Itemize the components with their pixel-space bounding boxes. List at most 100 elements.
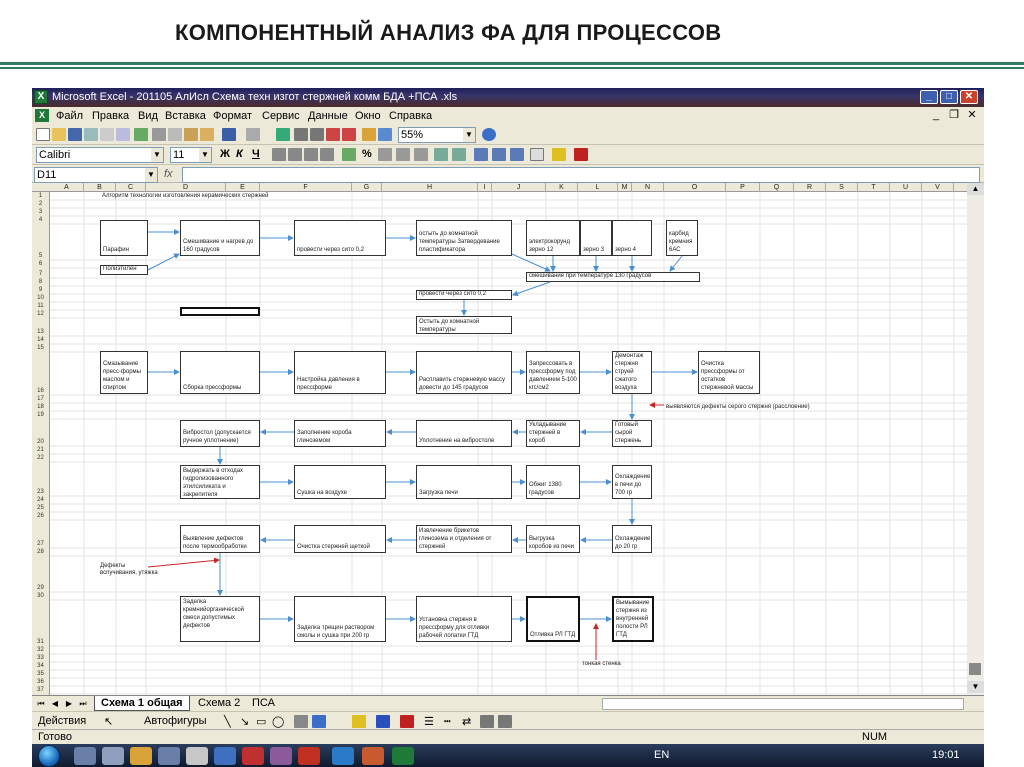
- copy-icon[interactable]: [168, 128, 182, 141]
- column-header[interactable]: P: [726, 183, 760, 192]
- taskbar-app-icon[interactable]: [332, 747, 354, 765]
- scroll-down-icon[interactable]: ▼: [967, 681, 984, 693]
- function-icon[interactable]: [310, 128, 324, 141]
- drawing-icon[interactable]: [378, 128, 392, 141]
- select-objects-icon[interactable]: ↖: [104, 715, 113, 728]
- row-header[interactable]: 28: [32, 549, 49, 555]
- scroll-up-icon[interactable]: ▲: [967, 183, 984, 195]
- fx-icon[interactable]: fx: [164, 168, 173, 180]
- arrow-icon[interactable]: ↘: [240, 715, 249, 728]
- column-header[interactable]: J: [492, 183, 546, 192]
- window-titlebar[interactable]: X Microsoft Excel - 201105 АлИсл Схема т…: [32, 88, 984, 107]
- row-header[interactable]: 9: [32, 287, 49, 293]
- taskbar-app-icon[interactable]: [214, 747, 236, 765]
- row-header[interactable]: 2: [32, 201, 49, 207]
- increase-decimal-icon[interactable]: [396, 148, 410, 161]
- chart-wizard-icon[interactable]: [362, 128, 376, 141]
- row-header[interactable]: 10: [32, 295, 49, 301]
- row-header[interactable]: 29: [32, 585, 49, 591]
- fill-color-icon[interactable]: [552, 148, 566, 161]
- paste-icon[interactable]: [184, 128, 198, 141]
- textbox-icon[interactable]: [294, 715, 308, 728]
- workbook-icon[interactable]: X: [35, 109, 49, 122]
- align-center-icon[interactable]: [288, 148, 302, 161]
- column-header[interactable]: V: [922, 183, 954, 192]
- 3d-icon[interactable]: [498, 715, 512, 728]
- list-icon[interactable]: [510, 148, 524, 161]
- row-header[interactable]: 27: [32, 541, 49, 547]
- menu-edit[interactable]: Правка: [92, 110, 129, 122]
- sort-asc-icon[interactable]: [326, 128, 340, 141]
- preview-icon[interactable]: [116, 128, 130, 141]
- autoshapes-menu[interactable]: Автофигуры: [144, 715, 207, 727]
- row-header[interactable]: 22: [32, 455, 49, 461]
- shadow-icon[interactable]: [480, 715, 494, 728]
- oval-icon[interactable]: ◯: [272, 715, 284, 728]
- line-style-icon[interactable]: ☰: [424, 715, 434, 728]
- column-header[interactable]: G: [352, 183, 382, 192]
- column-header[interactable]: M: [618, 183, 632, 192]
- column-header[interactable]: Q: [760, 183, 794, 192]
- line-color-icon[interactable]: [376, 715, 390, 728]
- taskbar-app-icon[interactable]: [270, 747, 292, 765]
- row-header[interactable]: 3: [32, 209, 49, 215]
- last-sheet-icon[interactable]: ⏭: [77, 698, 89, 710]
- taskbar-app-icon[interactable]: [186, 747, 208, 765]
- doc-minimize-icon[interactable]: _: [928, 108, 944, 123]
- row-header[interactable]: 1: [32, 193, 49, 199]
- column-header[interactable]: U: [890, 183, 922, 192]
- format-painter-icon[interactable]: [200, 128, 214, 141]
- column-header[interactable]: K: [546, 183, 578, 192]
- row-header[interactable]: 36: [32, 679, 49, 685]
- row-header[interactable]: 23: [32, 489, 49, 495]
- currency-icon[interactable]: [342, 148, 356, 161]
- scroll-thumb[interactable]: [969, 663, 981, 675]
- row-header[interactable]: 4: [32, 217, 49, 223]
- zoom-select[interactable]: 55% ▼: [398, 127, 476, 143]
- row-header[interactable]: 33: [32, 655, 49, 661]
- language-indicator[interactable]: EN: [654, 749, 669, 761]
- align-left-icon[interactable]: [272, 148, 286, 161]
- taskbar-app-icon[interactable]: [242, 747, 264, 765]
- minimize-button[interactable]: _: [920, 90, 938, 104]
- actions-menu[interactable]: Действия: [38, 715, 86, 727]
- increase-indent-icon[interactable]: [452, 148, 466, 161]
- doc-close-icon[interactable]: ✕: [964, 108, 980, 123]
- taskbar-app-icon[interactable]: [74, 747, 96, 765]
- menu-format[interactable]: Формат: [213, 110, 252, 122]
- tab-schema-2[interactable]: Схема 2: [192, 696, 246, 711]
- row-header[interactable]: 26: [32, 513, 49, 519]
- decrease-indent-icon[interactable]: [434, 148, 448, 161]
- save-icon[interactable]: [68, 128, 82, 141]
- font-select[interactable]: Calibri ▼: [36, 147, 164, 163]
- column-header[interactable]: B: [84, 183, 116, 192]
- row-header[interactable]: 20: [32, 439, 49, 445]
- taskbar-app-icon[interactable]: [102, 747, 124, 765]
- row-header[interactable]: 15: [32, 345, 49, 351]
- row-header[interactable]: 18: [32, 404, 49, 410]
- fill-color-draw-icon[interactable]: [352, 715, 366, 728]
- powerpoint-icon[interactable]: [362, 747, 384, 765]
- cut-icon[interactable]: [152, 128, 166, 141]
- next-sheet-icon[interactable]: ▶: [63, 698, 75, 710]
- row-header[interactable]: 32: [32, 647, 49, 653]
- row-header[interactable]: 34: [32, 663, 49, 669]
- row-header[interactable]: 13: [32, 329, 49, 335]
- menu-file[interactable]: Файл: [56, 110, 83, 122]
- row-header[interactable]: 14: [32, 337, 49, 343]
- column-header[interactable]: R: [794, 183, 826, 192]
- italic-button[interactable]: К: [236, 148, 243, 160]
- column-header[interactable]: L: [578, 183, 618, 192]
- row-header[interactable]: 7: [32, 271, 49, 277]
- prev-sheet-icon[interactable]: ◀: [49, 698, 61, 710]
- bold-button[interactable]: Ж: [220, 148, 230, 160]
- row-header[interactable]: 24: [32, 497, 49, 503]
- row-header[interactable]: 6: [32, 261, 49, 267]
- formula-input[interactable]: [182, 167, 980, 183]
- open-icon[interactable]: [52, 128, 66, 141]
- tab-schema-1[interactable]: Схема 1 общая: [94, 696, 190, 711]
- column-header[interactable]: N: [632, 183, 664, 192]
- column-header[interactable]: H: [382, 183, 478, 192]
- grid-icon[interactable]: [492, 148, 506, 161]
- table-icon[interactable]: [474, 148, 488, 161]
